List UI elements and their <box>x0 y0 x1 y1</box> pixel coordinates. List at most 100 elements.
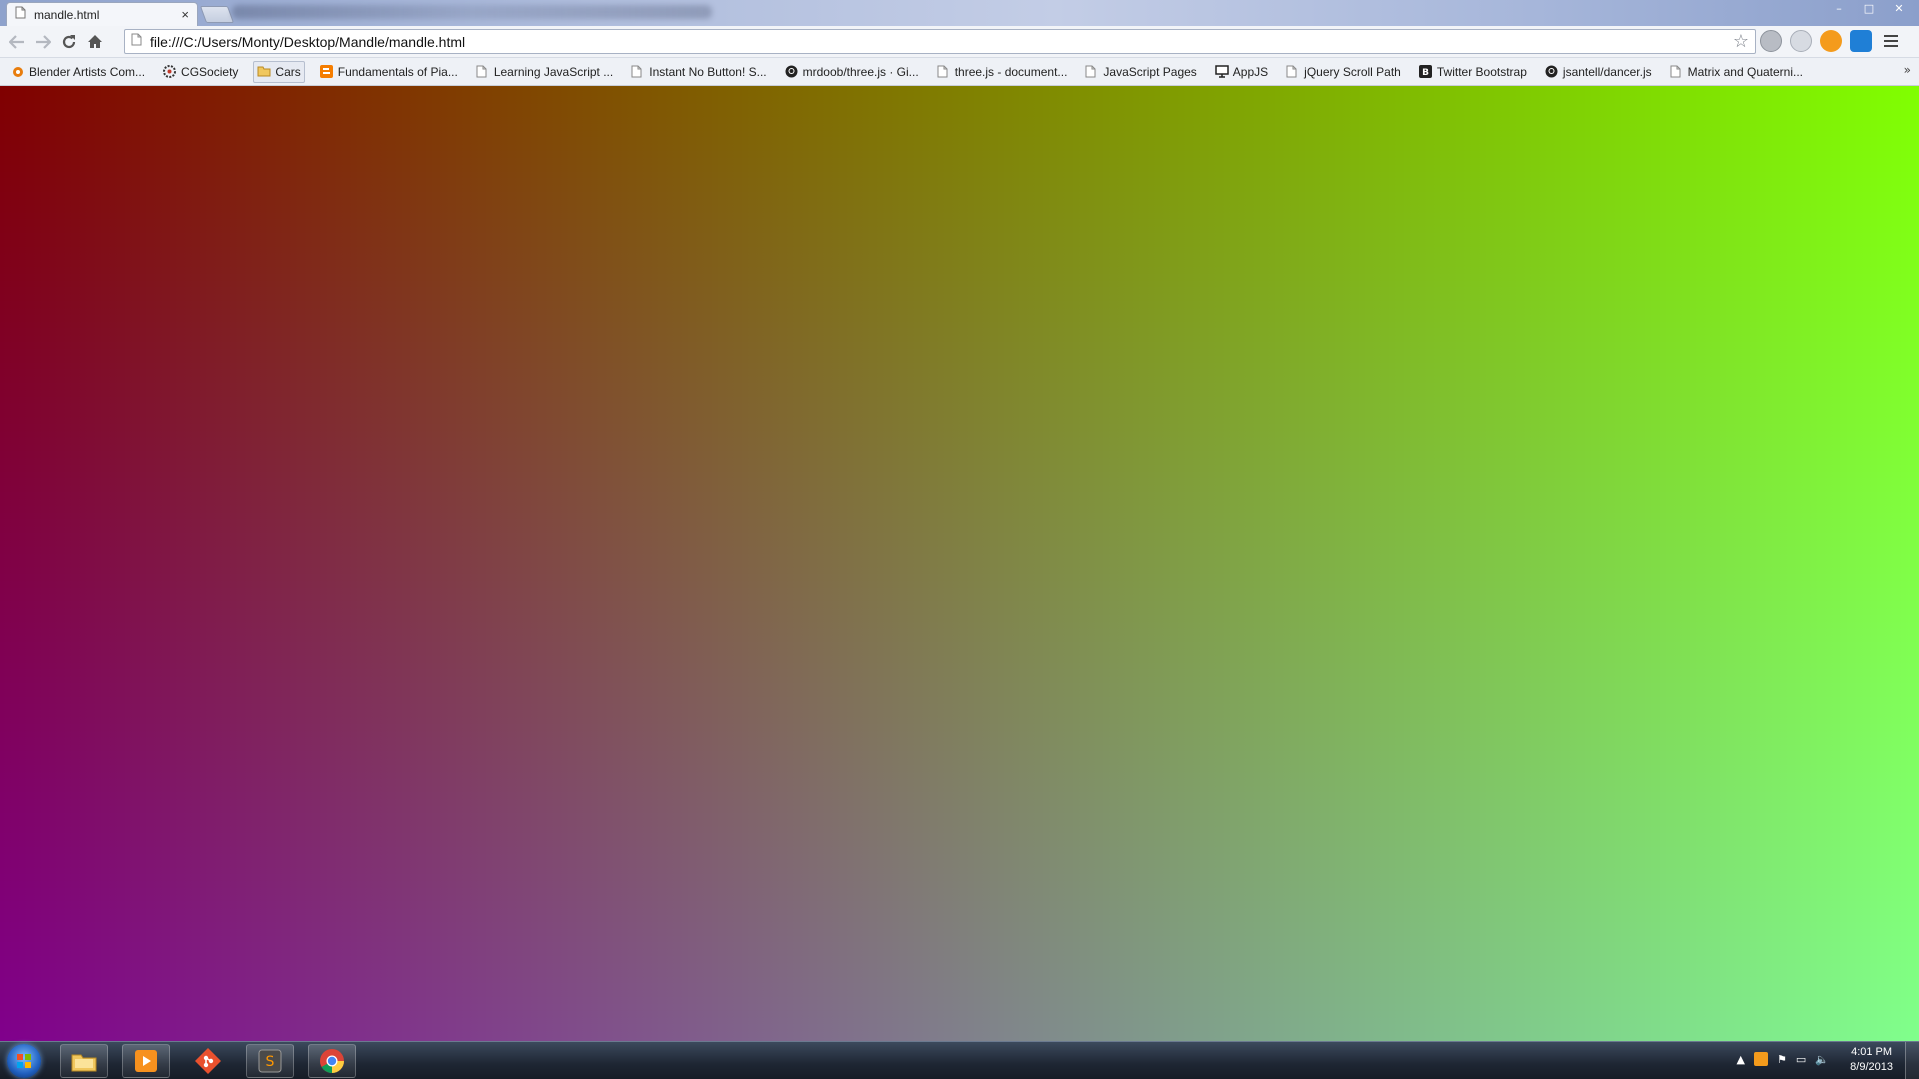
bookmark-label: CGSociety <box>181 64 239 79</box>
page-icon <box>1085 65 1098 78</box>
system-tray: ▲ ⚑ ▭ 🔈 <box>1737 1052 1829 1066</box>
clock-date: 8/9/2013 <box>1850 1061 1893 1073</box>
tab-title: mandle.html <box>34 7 100 22</box>
folder-icon <box>257 65 271 78</box>
volume-icon[interactable]: 🔈 <box>1815 1053 1829 1066</box>
bookmark-label: AppJS <box>1232 64 1269 79</box>
extension-orange-icon[interactable] <box>1820 30 1842 52</box>
bookmark-item[interactable]: Instant No Button! S... <box>628 61 769 83</box>
show-desktop-button[interactable] <box>1905 1042 1919 1079</box>
bookmark-item[interactable]: Cars <box>253 60 305 83</box>
github-icon <box>1545 65 1558 78</box>
bookmark-label: JavaScript Pages <box>1103 64 1197 79</box>
taskbar: S ▲ ⚑ ▭ 🔈 4:01 PM 8/9/2013 <box>0 1041 1919 1079</box>
monitor-icon <box>1215 65 1229 78</box>
clock[interactable]: 4:01 PM 8/9/2013 <box>1850 1045 1893 1075</box>
browser-toolbar: file:///C:/Users/Monty/Desktop/Mandle/ma… <box>0 26 1919 58</box>
bookmark-label: mrdoob/three.js · Gi... <box>802 64 919 79</box>
bookmark-label: Fundamentals of Pia... <box>337 64 458 79</box>
bookmark-item[interactable]: Blender Artists Com... <box>8 61 148 83</box>
url-text[interactable]: file:///C:/Users/Monty/Desktop/Mandle/ma… <box>150 34 1725 50</box>
page-icon <box>131 33 142 51</box>
page-icon <box>937 65 950 78</box>
chrome-menu-icon[interactable] <box>1880 30 1902 52</box>
reload-button[interactable] <box>56 29 82 55</box>
bootstrap-icon: B <box>1418 65 1432 78</box>
blender-icon <box>11 65 24 78</box>
bookmark-item[interactable]: JavaScript Pages <box>1082 61 1199 83</box>
extension-icons <box>1760 30 1902 52</box>
bookmark-label: Learning JavaScript ... <box>493 64 614 79</box>
window-controls: – □ ✕ <box>1825 0 1913 17</box>
tray-expand-icon[interactable]: ▲ <box>1737 1053 1745 1066</box>
blurred-window-title <box>232 5 712 19</box>
close-button[interactable]: ✕ <box>1885 0 1913 17</box>
back-arrow-icon <box>9 34 24 49</box>
maximize-button[interactable]: □ <box>1855 0 1883 17</box>
taskbar-sublime-text[interactable]: S <box>246 1044 294 1078</box>
windows-logo-icon <box>17 1054 31 1068</box>
github-icon <box>785 65 798 78</box>
reload-icon <box>62 34 76 48</box>
bookmark-item[interactable]: Fundamentals of Pia... <box>317 61 461 83</box>
page-icon <box>631 65 644 78</box>
tab-close-icon[interactable]: × <box>181 8 189 21</box>
bookmark-item[interactable]: jsantell/dancer.js <box>1542 61 1655 83</box>
tray-app-icon[interactable] <box>1754 1052 1769 1066</box>
bookmark-item[interactable]: CGSociety <box>160 61 241 83</box>
bookmark-item[interactable]: B Twitter Bootstrap <box>1416 61 1530 83</box>
taskbar-chrome[interactable] <box>308 1044 356 1078</box>
chrome-icon <box>320 1049 344 1074</box>
bookmark-item[interactable]: mrdoob/three.js · Gi... <box>782 61 922 83</box>
back-button[interactable] <box>4 29 30 55</box>
extension-blue-icon[interactable] <box>1850 30 1872 52</box>
sublime-text-icon: S <box>258 1049 282 1073</box>
extension-light-icon[interactable] <box>1790 30 1812 52</box>
bookmark-item[interactable]: Matrix and Quaterni... <box>1667 61 1806 83</box>
page-icon <box>1670 65 1683 78</box>
bookmark-item[interactable]: Learning JavaScript ... <box>473 61 616 83</box>
address-bar[interactable]: file:///C:/Users/Monty/Desktop/Mandle/ma… <box>124 29 1756 54</box>
bookmark-label: jsantell/dancer.js <box>1562 64 1652 79</box>
tab-mandle[interactable]: mandle.html × <box>6 2 198 26</box>
page-icon <box>476 65 489 78</box>
bookmark-label: Blender Artists Com... <box>29 64 146 79</box>
bookmark-label: Cars <box>275 64 301 79</box>
bookmark-label: jQuery Scroll Path <box>1304 64 1401 79</box>
title-bar: mandle.html × – □ ✕ <box>0 0 1919 26</box>
bookmark-label: Matrix and Quaterni... <box>1687 64 1804 79</box>
gradient-canvas <box>0 86 1919 1041</box>
forward-arrow-icon <box>36 34 51 49</box>
git-icon <box>195 1048 221 1074</box>
media-player-icon <box>135 1050 157 1072</box>
minimize-button[interactable]: – <box>1825 0 1853 17</box>
taskbar-explorer[interactable] <box>60 1044 108 1078</box>
bookmarks-overflow-button[interactable]: » <box>1904 63 1911 77</box>
bookmark-item[interactable]: AppJS <box>1212 61 1271 83</box>
bookmark-star-icon[interactable]: ☆ <box>1733 31 1749 52</box>
cgsociety-icon <box>163 65 177 78</box>
svg-text:B: B <box>1422 68 1429 78</box>
bookmark-item[interactable]: jQuery Scroll Path <box>1283 61 1404 83</box>
network-icon[interactable]: ▭ <box>1796 1053 1806 1066</box>
bookmark-label: Instant No Button! S... <box>649 64 767 79</box>
bookmark-label: three.js - document... <box>954 64 1068 79</box>
bookmark-label: Twitter Bootstrap <box>1436 64 1527 79</box>
action-center-flag-icon[interactable]: ⚑ <box>1777 1053 1787 1066</box>
start-button[interactable] <box>7 1044 41 1078</box>
new-tab-button[interactable] <box>199 6 235 23</box>
explorer-icon <box>71 1054 97 1072</box>
extension-gray-icon[interactable] <box>1760 30 1782 52</box>
clock-time: 4:01 PM <box>1851 1046 1893 1058</box>
bookmark-item[interactable]: three.js - document... <box>934 61 1071 83</box>
svg-text:S: S <box>266 1054 275 1070</box>
taskbar-git[interactable] <box>184 1044 232 1078</box>
bookmarks-bar: Blender Artists Com... CGSociety Cars Funda… <box>0 58 1919 86</box>
home-icon <box>88 35 102 48</box>
forward-button[interactable] <box>30 29 56 55</box>
document-icon <box>15 6 26 24</box>
page-icon <box>1286 65 1299 78</box>
taskbar-media-player[interactable] <box>122 1044 170 1078</box>
blogger-icon <box>319 65 333 78</box>
home-button[interactable] <box>82 29 108 55</box>
